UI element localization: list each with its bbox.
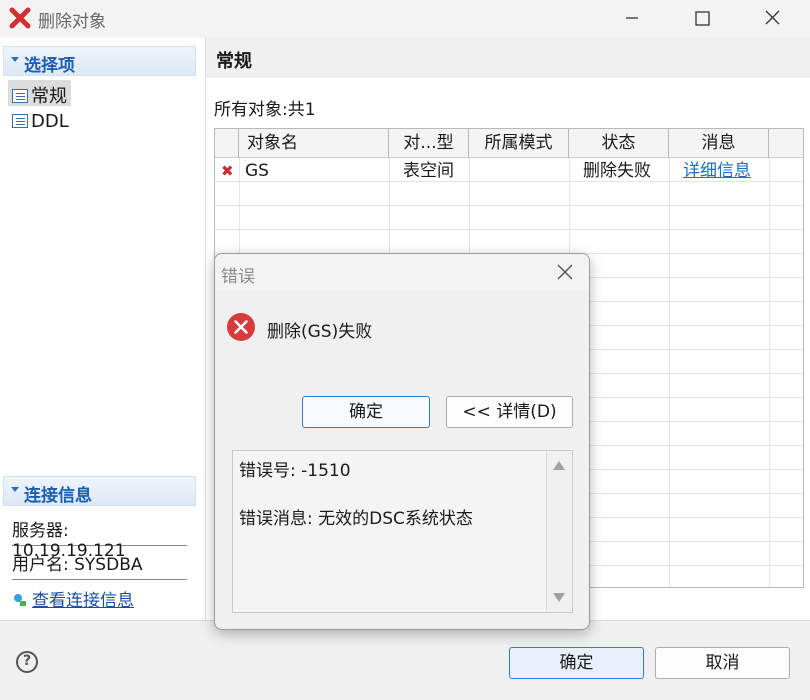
sidebar-item-general[interactable]: 常规	[8, 80, 71, 107]
column-header-icon[interactable]	[215, 129, 239, 158]
dialog-ok-button[interactable]: 确定	[302, 396, 430, 428]
ok-button[interactable]: 确定	[509, 647, 644, 679]
object-count-label: 所有对象:共1	[214, 100, 316, 120]
user-info: 用户名: SYSDBA	[12, 550, 187, 580]
scroll-down-arrow-icon[interactable]	[553, 593, 565, 602]
sidebar-item-label: 常规	[31, 86, 67, 107]
table-row	[215, 183, 803, 206]
minimize-icon[interactable]	[612, 4, 652, 32]
delete-x-icon	[9, 7, 31, 29]
connection-section-header[interactable]: 连接信息	[3, 476, 196, 506]
collapse-triangle-icon	[11, 57, 19, 62]
error-dialog: 错误 删除(GS)失败 确定 << 详情(D) 错误号: -1510 错误消息:…	[214, 253, 590, 630]
column-header-type[interactable]: 对...型	[389, 129, 469, 158]
dialog-title: 错误	[221, 267, 255, 287]
table-row	[215, 207, 803, 230]
left-panel: 选择项 常规 DDL 连接信息 服务器: 10.19.19.121 用户名: S…	[0, 38, 206, 620]
select-section-header[interactable]: 选择项	[3, 46, 196, 76]
cell-name: GS	[245, 161, 269, 181]
connection-plug-icon	[14, 594, 26, 606]
section-header: 常规	[206, 38, 810, 78]
cell-status: 删除失败	[583, 161, 651, 181]
table-icon	[12, 89, 28, 103]
table-header-row: 对象名 对...型 所属模式 状态 消息	[215, 129, 803, 158]
help-icon[interactable]: ?	[16, 651, 38, 673]
error-circle-icon	[227, 313, 255, 341]
server-info: 服务器: 10.19.19.121	[12, 516, 187, 561]
delete-object-window: 删除对象 选择项 常规 DDL 连接信息 服务器: 10.19.19.121 用…	[0, 0, 810, 700]
collapse-triangle-icon	[11, 487, 19, 492]
error-detail-message: 错误消息: 无效的DSC系统状态	[239, 509, 473, 529]
column-header-schema[interactable]: 所属模式	[469, 129, 569, 158]
scroll-up-arrow-icon[interactable]	[553, 461, 565, 470]
details-link[interactable]: 详细信息	[683, 159, 751, 182]
maximize-icon[interactable]	[682, 4, 722, 32]
close-icon[interactable]	[752, 4, 792, 32]
column-header-status[interactable]: 状态	[569, 129, 669, 158]
column-header-message[interactable]: 消息	[669, 129, 769, 158]
section-title: 常规	[216, 51, 252, 72]
table-row[interactable]: ✖ GS 表空间 删除失败 详细信息	[215, 159, 803, 182]
view-connection-label: 查看连接信息	[32, 591, 134, 611]
bottom-bar: ? 确定 取消	[0, 620, 810, 700]
close-icon[interactable]	[551, 260, 579, 284]
column-header-name[interactable]: 对象名	[239, 129, 389, 158]
window-title: 删除对象	[38, 12, 106, 32]
error-code: 错误号: -1510	[239, 461, 351, 481]
error-details-box[interactable]: 错误号: -1510 错误消息: 无效的DSC系统状态	[232, 450, 573, 613]
error-x-icon: ✖	[221, 162, 234, 180]
title-bar: 删除对象	[0, 0, 810, 38]
table-icon	[12, 114, 28, 128]
view-connection-link[interactable]: 查看连接信息	[12, 586, 187, 611]
details-toggle-button[interactable]: << 详情(D)	[446, 396, 573, 428]
sidebar-item-ddl[interactable]: DDL	[8, 109, 73, 135]
table-row	[215, 231, 803, 254]
cell-type: 表空间	[403, 161, 454, 181]
sidebar-item-label: DDL	[31, 111, 69, 132]
details-scrollbar[interactable]	[546, 451, 572, 612]
dialog-title-bar: 错误	[215, 254, 589, 290]
cancel-button[interactable]: 取消	[655, 647, 790, 679]
select-section-title: 选择项	[24, 56, 75, 76]
error-message: 删除(GS)失败	[267, 322, 373, 342]
connection-section-title: 连接信息	[24, 486, 92, 506]
